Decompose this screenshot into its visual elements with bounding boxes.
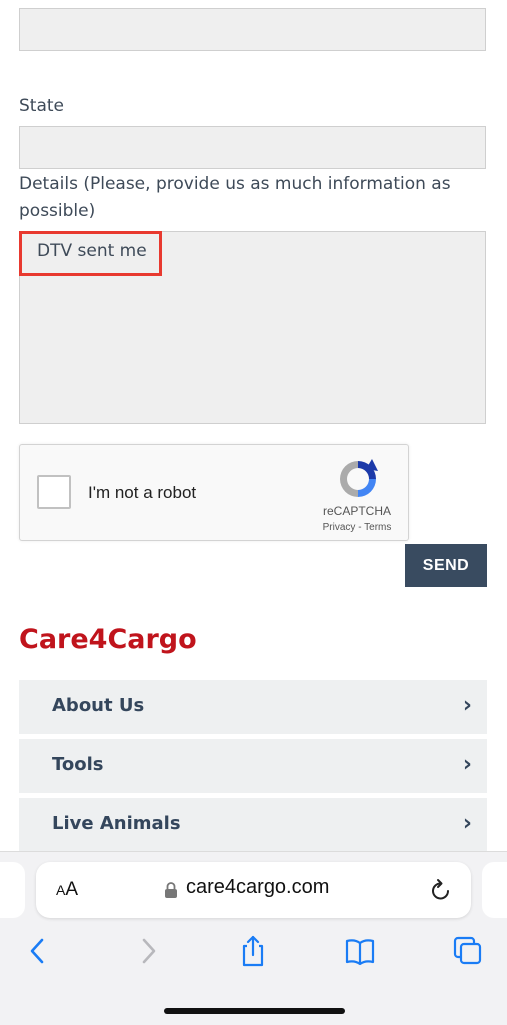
tabs-icon[interactable] bbox=[452, 934, 484, 968]
recaptcha-checkbox[interactable] bbox=[37, 475, 71, 509]
recaptcha-logo-icon bbox=[340, 459, 378, 497]
footer-brand: Care4Cargo bbox=[19, 624, 197, 655]
share-icon[interactable] bbox=[237, 934, 269, 968]
chevron-right-icon: › bbox=[462, 693, 472, 718]
previous-input-field[interactable] bbox=[19, 8, 486, 51]
url-text: care4cargo.com bbox=[186, 876, 330, 898]
state-label: State bbox=[19, 96, 64, 116]
menu-item-label: Live Animals bbox=[52, 813, 181, 834]
state-input[interactable] bbox=[19, 126, 486, 169]
bookmarks-icon[interactable] bbox=[344, 934, 376, 968]
chevron-right-icon: › bbox=[462, 752, 472, 777]
address-bar[interactable]: AA care4cargo.com bbox=[36, 862, 471, 918]
menu-item-label: About Us bbox=[52, 695, 145, 716]
recaptcha-widget: I'm not a robot reCAPTCHA Privacy - Term… bbox=[19, 444, 409, 541]
back-icon[interactable] bbox=[22, 934, 54, 968]
forward-icon[interactable] bbox=[132, 934, 164, 968]
chevron-right-icon: › bbox=[462, 811, 472, 836]
lock-icon bbox=[165, 882, 177, 898]
text-size-button[interactable]: AA bbox=[56, 879, 78, 901]
details-label: Details (Please, provide us as much info… bbox=[19, 174, 451, 221]
menu-item-label: Tools bbox=[52, 754, 104, 775]
home-indicator bbox=[164, 1008, 345, 1014]
menu-item-tools[interactable]: Tools › bbox=[19, 739, 487, 793]
recaptcha-label: I'm not a robot bbox=[88, 483, 197, 502]
previous-tab-preview[interactable] bbox=[0, 862, 25, 918]
recaptcha-privacy-terms-links[interactable]: Privacy - Terms bbox=[312, 522, 402, 533]
next-tab-preview[interactable] bbox=[482, 862, 507, 918]
menu-item-about-us[interactable]: About Us › bbox=[19, 680, 487, 734]
recaptcha-brand: reCAPTCHA bbox=[322, 504, 391, 518]
menu-item-live-animals[interactable]: Live Animals › bbox=[19, 798, 487, 852]
send-button[interactable]: SEND bbox=[405, 544, 487, 587]
annotation-highlight-box bbox=[19, 231, 162, 276]
reload-icon[interactable] bbox=[430, 878, 452, 902]
